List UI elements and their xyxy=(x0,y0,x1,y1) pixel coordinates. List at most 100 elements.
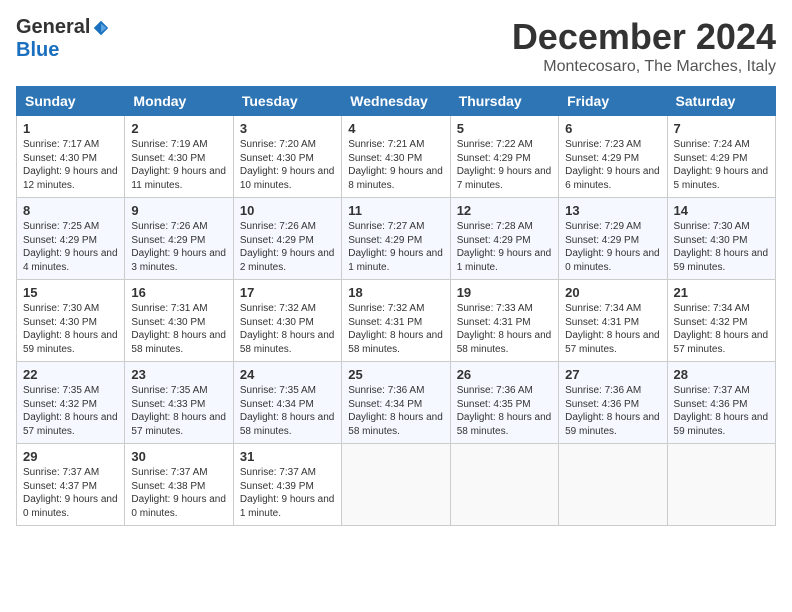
calendar-cell: 19Sunrise: 7:33 AM Sunset: 4:31 PM Dayli… xyxy=(450,280,558,362)
day-info: Sunrise: 7:19 AM Sunset: 4:30 PM Dayligh… xyxy=(131,138,226,192)
week-row-4: 22Sunrise: 7:35 AM Sunset: 4:32 PM Dayli… xyxy=(17,362,776,444)
day-number: 9 xyxy=(131,203,226,218)
day-number: 27 xyxy=(565,367,660,382)
calendar-cell xyxy=(342,444,450,526)
day-number: 18 xyxy=(348,285,443,300)
day-number: 11 xyxy=(348,203,443,218)
day-info: Sunrise: 7:32 AM Sunset: 4:30 PM Dayligh… xyxy=(240,302,335,356)
calendar-cell xyxy=(450,444,558,526)
day-info: Sunrise: 7:17 AM Sunset: 4:30 PM Dayligh… xyxy=(23,138,118,192)
day-number: 10 xyxy=(240,203,335,218)
day-number: 29 xyxy=(23,449,118,464)
day-info: Sunrise: 7:26 AM Sunset: 4:29 PM Dayligh… xyxy=(240,220,335,274)
calendar-cell: 7 Sunrise: 7:24 AM Sunset: 4:29 PM Daylig… xyxy=(667,116,775,198)
day-info: Sunrise: 7:37 AM Sunset: 4:37 PM Dayligh… xyxy=(23,466,118,520)
calendar-cell: 13 Sunrise: 7:29 AM Sunset: 4:29 PM Dayli… xyxy=(559,198,667,280)
calendar-cell xyxy=(559,444,667,526)
calendar-cell: 6 Sunrise: 7:23 AM Sunset: 4:29 PM Daylig… xyxy=(559,116,667,198)
day-number: 25 xyxy=(348,367,443,382)
weekday-header-monday: Monday xyxy=(125,87,233,116)
day-number: 16 xyxy=(131,285,226,300)
day-info: Sunrise: 7:34 AM Sunset: 4:32 PM Dayligh… xyxy=(674,302,769,356)
day-number: 21 xyxy=(674,285,769,300)
day-number: 7 xyxy=(674,121,769,136)
calendar-subtitle: Montecosaro, The Marches, Italy xyxy=(512,58,776,76)
week-row-1: 1Sunrise: 7:17 AM Sunset: 4:30 PM Daylig… xyxy=(17,116,776,198)
day-number: 26 xyxy=(457,367,552,382)
calendar-cell: 31 Sunrise: 7:37 AM Sunset: 4:39 PM Dayli… xyxy=(233,444,341,526)
calendar-cell: 3 Sunrise: 7:20 AM Sunset: 4:30 PM Daylig… xyxy=(233,116,341,198)
day-info: Sunrise: 7:31 AM Sunset: 4:30 PM Dayligh… xyxy=(131,302,226,356)
calendar-cell: 26 Sunrise: 7:36 AM Sunset: 4:35 PM Dayli… xyxy=(450,362,558,444)
day-number: 5 xyxy=(457,121,552,136)
calendar-cell: 4Sunrise: 7:21 AM Sunset: 4:30 PM Daylig… xyxy=(342,116,450,198)
calendar-cell: 28 Sunrise: 7:37 AM Sunset: 4:36 PM Dayli… xyxy=(667,362,775,444)
day-info: Sunrise: 7:34 AM Sunset: 4:31 PM Dayligh… xyxy=(565,302,660,356)
calendar-cell: 1Sunrise: 7:17 AM Sunset: 4:30 PM Daylig… xyxy=(17,116,125,198)
week-row-3: 15 Sunrise: 7:30 AM Sunset: 4:30 PM Dayli… xyxy=(17,280,776,362)
day-number: 3 xyxy=(240,121,335,136)
day-number: 6 xyxy=(565,121,660,136)
calendar-cell xyxy=(667,444,775,526)
calendar-cell: 12Sunrise: 7:28 AM Sunset: 4:29 PM Dayli… xyxy=(450,198,558,280)
day-info: Sunrise: 7:23 AM Sunset: 4:29 PM Dayligh… xyxy=(565,138,660,192)
day-number: 13 xyxy=(565,203,660,218)
calendar-cell: 9 Sunrise: 7:26 AM Sunset: 4:29 PM Daylig… xyxy=(125,198,233,280)
title-section: December 2024 Montecosaro, The Marches, … xyxy=(512,16,776,76)
calendar-cell: 15 Sunrise: 7:30 AM Sunset: 4:30 PM Dayli… xyxy=(17,280,125,362)
weekday-header-friday: Friday xyxy=(559,87,667,116)
day-info: Sunrise: 7:35 AM Sunset: 4:32 PM Dayligh… xyxy=(23,384,118,438)
calendar-cell: 10 Sunrise: 7:26 AM Sunset: 4:29 PM Dayli… xyxy=(233,198,341,280)
calendar-cell: 22Sunrise: 7:35 AM Sunset: 4:32 PM Dayli… xyxy=(17,362,125,444)
calendar-cell: 20Sunrise: 7:34 AM Sunset: 4:31 PM Dayli… xyxy=(559,280,667,362)
calendar-cell: 16 Sunrise: 7:31 AM Sunset: 4:30 PM Dayli… xyxy=(125,280,233,362)
day-info: Sunrise: 7:37 AM Sunset: 4:36 PM Dayligh… xyxy=(674,384,769,438)
weekday-header-tuesday: Tuesday xyxy=(233,87,341,116)
weekday-header-thursday: Thursday xyxy=(450,87,558,116)
weekday-header-wednesday: Wednesday xyxy=(342,87,450,116)
week-row-5: 29 Sunrise: 7:37 AM Sunset: 4:37 PM Dayli… xyxy=(17,444,776,526)
day-number: 31 xyxy=(240,449,335,464)
day-number: 14 xyxy=(674,203,769,218)
calendar-cell: 18 Sunrise: 7:32 AM Sunset: 4:31 PM Dayli… xyxy=(342,280,450,362)
day-info: Sunrise: 7:24 AM Sunset: 4:29 PM Dayligh… xyxy=(674,138,769,192)
weekday-header-row: SundayMondayTuesdayWednesdayThursdayFrid… xyxy=(17,87,776,116)
day-number: 15 xyxy=(23,285,118,300)
calendar-cell: 2 Sunrise: 7:19 AM Sunset: 4:30 PM Daylig… xyxy=(125,116,233,198)
logo-general: General xyxy=(16,16,90,39)
day-number: 30 xyxy=(131,449,226,464)
day-info: Sunrise: 7:32 AM Sunset: 4:31 PM Dayligh… xyxy=(348,302,443,356)
calendar-cell: 30 Sunrise: 7:37 AM Sunset: 4:38 PM Dayli… xyxy=(125,444,233,526)
day-info: Sunrise: 7:33 AM Sunset: 4:31 PM Dayligh… xyxy=(457,302,552,356)
calendar-title: December 2024 xyxy=(512,16,776,58)
logo-blue: Blue xyxy=(16,39,59,62)
calendar-cell: 8Sunrise: 7:25 AM Sunset: 4:29 PM Daylig… xyxy=(17,198,125,280)
weekday-header-sunday: Sunday xyxy=(17,87,125,116)
day-number: 2 xyxy=(131,121,226,136)
day-info: Sunrise: 7:21 AM Sunset: 4:30 PM Dayligh… xyxy=(348,138,443,192)
calendar-table: SundayMondayTuesdayWednesdayThursdayFrid… xyxy=(16,86,776,526)
calendar-cell: 23 Sunrise: 7:35 AM Sunset: 4:33 PM Dayli… xyxy=(125,362,233,444)
day-info: Sunrise: 7:37 AM Sunset: 4:39 PM Dayligh… xyxy=(240,466,335,520)
day-info: Sunrise: 7:22 AM Sunset: 4:29 PM Dayligh… xyxy=(457,138,552,192)
day-number: 28 xyxy=(674,367,769,382)
day-info: Sunrise: 7:29 AM Sunset: 4:29 PM Dayligh… xyxy=(565,220,660,274)
day-info: Sunrise: 7:36 AM Sunset: 4:35 PM Dayligh… xyxy=(457,384,552,438)
day-info: Sunrise: 7:28 AM Sunset: 4:29 PM Dayligh… xyxy=(457,220,552,274)
day-number: 23 xyxy=(131,367,226,382)
day-info: Sunrise: 7:26 AM Sunset: 4:29 PM Dayligh… xyxy=(131,220,226,274)
day-info: Sunrise: 7:36 AM Sunset: 4:36 PM Dayligh… xyxy=(565,384,660,438)
logo: General Blue xyxy=(16,16,110,62)
day-info: Sunrise: 7:20 AM Sunset: 4:30 PM Dayligh… xyxy=(240,138,335,192)
calendar-cell: 24Sunrise: 7:35 AM Sunset: 4:34 PM Dayli… xyxy=(233,362,341,444)
calendar-cell: 27 Sunrise: 7:36 AM Sunset: 4:36 PM Dayli… xyxy=(559,362,667,444)
day-info: Sunrise: 7:35 AM Sunset: 4:33 PM Dayligh… xyxy=(131,384,226,438)
page-header: General Blue December 2024 Montecosaro, … xyxy=(16,16,776,76)
day-info: Sunrise: 7:30 AM Sunset: 4:30 PM Dayligh… xyxy=(23,302,118,356)
weekday-header-saturday: Saturday xyxy=(667,87,775,116)
calendar-cell: 25Sunrise: 7:36 AM Sunset: 4:34 PM Dayli… xyxy=(342,362,450,444)
calendar-cell: 21 Sunrise: 7:34 AM Sunset: 4:32 PM Dayli… xyxy=(667,280,775,362)
day-info: Sunrise: 7:30 AM Sunset: 4:30 PM Dayligh… xyxy=(674,220,769,274)
day-info: Sunrise: 7:25 AM Sunset: 4:29 PM Dayligh… xyxy=(23,220,118,274)
day-info: Sunrise: 7:37 AM Sunset: 4:38 PM Dayligh… xyxy=(131,466,226,520)
